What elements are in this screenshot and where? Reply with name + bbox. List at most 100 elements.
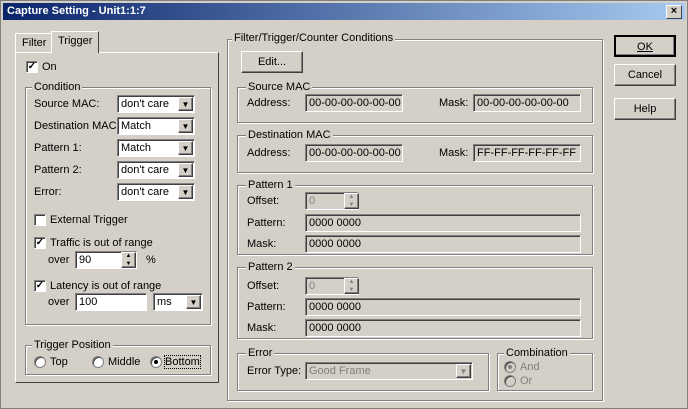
latency-label: Latency is out of range — [50, 280, 162, 292]
pattern1-mask-value: 0000 0000 — [309, 238, 361, 250]
spin-down-icon: ▼ — [348, 202, 355, 208]
position-top-radio[interactable] — [34, 356, 46, 368]
source-address-field: 00-00-00-00-00-00 — [305, 94, 403, 112]
combination-or-radio — [504, 375, 516, 387]
pattern2-pattern-value: 0000 0000 — [309, 301, 361, 313]
pattern1-label: Pattern 1: — [34, 142, 82, 154]
error-group-title: Error — [246, 347, 275, 359]
chevron-down-icon[interactable]: ▼ — [178, 163, 193, 177]
traffic-spin[interactable]: ▲ ▼ — [121, 252, 136, 268]
radio-selected-dot — [508, 365, 512, 369]
capture-setting-window: Capture Setting - Unit1:1:7 × Filter Tri… — [0, 0, 688, 409]
pattern1-mask-field: 0000 0000 — [305, 235, 581, 253]
on-checkbox[interactable]: ✓ — [26, 61, 38, 73]
chevron-down-icon[interactable]: ▼ — [178, 185, 193, 199]
radio-selected-dot — [154, 360, 158, 364]
dest-mask-label: Mask: — [439, 147, 469, 159]
pattern2-offset-value: 0 — [309, 280, 316, 292]
spin-up-icon: ▲ — [348, 194, 355, 200]
pattern2-mask-value: 0000 0000 — [309, 322, 361, 334]
pattern2-pattern-label: Pattern: — [247, 301, 286, 313]
pattern1-pattern-value: 0000 0000 — [309, 217, 361, 229]
dest-mask-value: FF-FF-FF-FF-FF-FF — [477, 147, 576, 159]
latency-value: 100 — [79, 296, 98, 308]
source-mac-value: don't care — [121, 98, 169, 110]
condition-group-title: Condition — [32, 81, 83, 93]
help-button-label: Help — [633, 103, 657, 115]
traffic-checkbox[interactable]: ✓ — [34, 237, 46, 249]
traffic-unit: % — [146, 254, 156, 266]
source-address-label: Address: — [247, 97, 291, 109]
cancel-button-label: Cancel — [627, 69, 663, 81]
latency-unit-value: ms — [157, 296, 172, 308]
error-type-select: Good Frame ▼ — [305, 362, 473, 380]
latency-unit-select[interactable]: ms ▼ — [153, 293, 203, 311]
destination-mac-group-title: Destination MAC — [246, 129, 333, 141]
external-trigger-checkbox[interactable] — [34, 214, 46, 226]
destination-mac-value: Match — [121, 120, 151, 132]
position-middle-radio[interactable] — [92, 356, 104, 368]
chevron-down-icon[interactable]: ▼ — [178, 97, 193, 111]
pattern1-pattern-label: Pattern: — [247, 217, 286, 229]
spin-down-icon: ▼ — [348, 287, 355, 293]
help-button[interactable]: Help — [614, 98, 676, 120]
source-mac-select[interactable]: don't care ▼ — [117, 95, 195, 113]
chevron-down-icon[interactable]: ▼ — [178, 141, 193, 155]
pattern2-label: Pattern 2: — [34, 164, 82, 176]
chevron-down-icon: ▼ — [456, 364, 471, 378]
chevron-down-icon[interactable]: ▼ — [178, 119, 193, 133]
error-type-label: Error Type: — [247, 365, 302, 377]
source-mask-field: 00-00-00-00-00-00 — [473, 94, 581, 112]
position-middle-label: Middle — [108, 356, 141, 368]
edit-button[interactable]: Edit... — [241, 51, 303, 73]
close-icon[interactable]: × — [666, 5, 682, 19]
title-bar: Capture Setting - Unit1:1:7 × — [3, 3, 685, 20]
ok-button[interactable]: OK — [614, 35, 676, 57]
error-type-value: Good Frame — [309, 365, 371, 377]
pattern2-offset-label: Offset: — [247, 280, 280, 292]
pattern2-offset-spin: ▲ ▼ — [344, 278, 359, 294]
combination-or-label: Or — [520, 375, 533, 387]
combination-group-title: Combination — [504, 347, 570, 359]
error-select[interactable]: don't care ▼ — [117, 183, 195, 201]
traffic-over-label: over — [48, 254, 70, 266]
latency-checkbox[interactable]: ✓ — [34, 280, 46, 292]
tab-filter[interactable]: Filter — [15, 33, 54, 53]
pattern1-select[interactable]: Match ▼ — [117, 139, 195, 157]
dest-address-label: Address: — [247, 147, 291, 159]
latency-value-input[interactable]: 100 — [75, 293, 147, 311]
pattern2-select[interactable]: don't care ▼ — [117, 161, 195, 179]
pattern1-offset-label: Offset: — [247, 195, 280, 207]
chevron-down-icon[interactable]: ▼ — [186, 295, 201, 309]
pattern1-pattern-field: 0000 0000 — [305, 214, 581, 232]
tab-filter-label: Filter — [22, 37, 47, 49]
destination-mac-select[interactable]: Match ▼ — [117, 117, 195, 135]
external-trigger-label: External Trigger — [50, 214, 128, 226]
spin-down-icon[interactable]: ▼ — [122, 261, 135, 269]
pattern2-mask-label: Mask: — [247, 322, 277, 334]
tab-trigger[interactable]: Trigger — [51, 31, 100, 53]
source-mac-group-title: Source MAC — [246, 81, 313, 93]
conditions-group-title: Filter/Trigger/Counter Conditions — [232, 32, 396, 44]
destination-mac-label: Destination MAC: — [34, 120, 120, 132]
pattern2-mask-field: 0000 0000 — [305, 319, 581, 337]
error-value: don't care — [121, 186, 169, 198]
traffic-label: Traffic is out of range — [50, 237, 153, 249]
pattern1-offset-value: 0 — [309, 195, 316, 207]
source-address-value: 00-00-00-00-00-00 — [309, 97, 401, 109]
position-bottom-radio[interactable] — [150, 356, 162, 368]
window-title: Capture Setting - Unit1:1:7 — [7, 5, 146, 17]
spin-up-icon[interactable]: ▲ — [122, 253, 135, 261]
pattern1-offset-spin: ▲ ▼ — [344, 193, 359, 209]
pattern1-value: Match — [121, 142, 151, 154]
tab-trigger-label: Trigger — [58, 35, 93, 47]
source-mac-label: Source MAC: — [34, 98, 100, 110]
combination-and-label: And — [520, 361, 540, 373]
trigger-position-title: Trigger Position — [32, 339, 113, 351]
cancel-button[interactable]: Cancel — [614, 64, 676, 86]
error-label: Error: — [34, 186, 62, 198]
source-mask-label: Mask: — [439, 97, 469, 109]
combination-and-radio — [504, 361, 516, 373]
pattern2-group-title: Pattern 2 — [246, 261, 295, 273]
position-bottom-label: Bottom — [164, 355, 201, 369]
